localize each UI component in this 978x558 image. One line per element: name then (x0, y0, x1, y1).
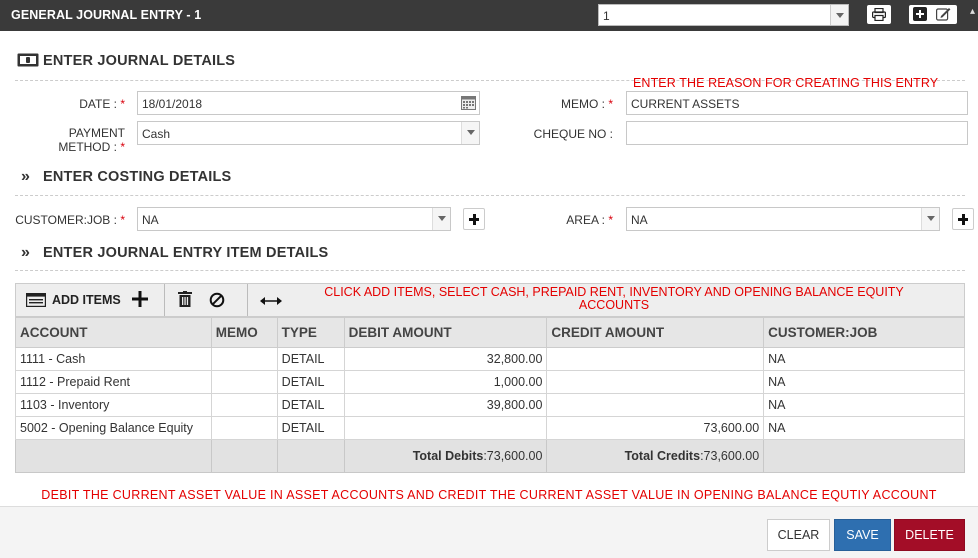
window-title: GENERAL JOURNAL ENTRY - 1 (11, 8, 202, 22)
add-edit-buttons (909, 5, 957, 24)
calendar-icon[interactable] (461, 96, 476, 110)
customer-job-label: CUSTOMER:JOB : * (15, 213, 125, 227)
type-cell[interactable]: DETAIL (276, 370, 345, 394)
clear-button[interactable]: CLEAR (767, 519, 830, 551)
column-header-account[interactable]: ACCOUNT (15, 317, 212, 348)
memo-cell[interactable] (210, 416, 278, 440)
credit-cell[interactable] (546, 347, 765, 371)
add-area-button[interactable] (952, 208, 974, 230)
column-header-type[interactable]: TYPE (276, 317, 345, 348)
memo-cell[interactable] (210, 370, 278, 394)
items-toolbar: ADD ITEMS CLICK ADD ITEMS, SELECT CASH, … (15, 283, 965, 317)
list-icon (26, 293, 46, 307)
customer-job-cell[interactable]: NA (763, 393, 965, 417)
memo-field[interactable]: CURRENT ASSETS (626, 91, 968, 115)
area-label: AREA : * (566, 213, 613, 227)
debit-cell[interactable]: 32,800.00 (343, 347, 548, 371)
customer-job-select[interactable]: NA (137, 207, 451, 231)
cheque-no-field[interactable] (626, 121, 968, 145)
memo-label: MEMO : * (560, 97, 613, 111)
costing-details-heading: ENTER COSTING DETAILS (43, 169, 232, 185)
column-header-customer-job[interactable]: CUSTOMER:JOB (763, 317, 965, 348)
chevron-down-icon[interactable] (830, 5, 848, 25)
customer-job-cell[interactable]: NA (763, 370, 965, 394)
resize-horizontal-icon[interactable] (260, 296, 282, 306)
credit-cell[interactable] (546, 393, 765, 417)
edit-icon[interactable] (936, 7, 951, 21)
item-details-heading: ENTER JOURNAL ENTRY ITEM DETAILS (43, 245, 329, 261)
credit-cell[interactable]: 73,600.00 (546, 416, 765, 440)
delete-button[interactable]: DELETE (894, 519, 965, 551)
customer-job-cell[interactable]: NA (763, 416, 965, 440)
type-cell[interactable]: DETAIL (276, 416, 345, 440)
cheque-no-label: CHEQUE NO : (533, 127, 613, 141)
memo-cell[interactable] (210, 393, 278, 417)
debit-cell[interactable]: 1,000.00 (343, 370, 548, 394)
chevron-down-icon[interactable] (921, 208, 939, 230)
payment-method-select[interactable]: Cash (137, 121, 480, 145)
table-row[interactable]: 5002 - Opening Balance Equity DETAIL 73,… (15, 416, 965, 440)
add-items-label: ADD ITEMS (52, 293, 121, 307)
date-label: DATE : * (79, 97, 125, 111)
print-button[interactable] (867, 5, 891, 24)
entry-selector[interactable]: 1 (598, 4, 849, 26)
credit-cell[interactable] (546, 370, 765, 394)
total-credits: Total Credits:73,600.00 (546, 439, 765, 473)
journal-items-table: ACCOUNT MEMO TYPE DEBIT AMOUNT CREDIT AM… (15, 317, 965, 473)
double-chevron-icon: » (21, 244, 30, 261)
divider (15, 270, 965, 271)
chevron-down-icon[interactable] (432, 208, 450, 230)
trash-icon[interactable] (178, 291, 192, 307)
table-header-row: ACCOUNT MEMO TYPE DEBIT AMOUNT CREDIT AM… (15, 317, 965, 348)
add-icon[interactable] (913, 7, 927, 21)
debit-cell[interactable] (343, 416, 548, 440)
divider (15, 195, 965, 196)
table-row[interactable]: 1103 - Inventory DETAIL 39,800.00 NA (15, 393, 965, 417)
column-header-memo[interactable]: MEMO (210, 317, 278, 348)
add-items-button[interactable]: ADD ITEMS (16, 284, 164, 316)
debit-cell[interactable]: 39,800.00 (343, 393, 548, 417)
payment-method-label: PAYMENT METHOD : * (58, 126, 125, 154)
plus-icon (132, 291, 148, 307)
save-button[interactable]: SAVE (834, 519, 891, 551)
table-row[interactable]: 1111 - Cash DETAIL 32,800.00 NA (15, 347, 965, 371)
entry-selector-value: 1 (603, 9, 610, 23)
account-cell[interactable]: 5002 - Opening Balance Equity (15, 416, 212, 440)
column-header-debit[interactable]: DEBIT AMOUNT (343, 317, 548, 348)
total-debits: Total Debits:73,600.00 (343, 439, 548, 473)
journal-details-heading: ENTER JOURNAL DETAILS (43, 53, 236, 69)
date-field[interactable]: 18/01/2018 (137, 91, 480, 115)
window-titlebar: GENERAL JOURNAL ENTRY - 1 1 ▴ (0, 0, 978, 31)
customer-job-cell[interactable]: NA (763, 347, 965, 371)
column-header-credit[interactable]: CREDIT AMOUNT (546, 317, 765, 348)
money-icon (17, 53, 39, 67)
memo-note: ENTER THE REASON FOR CREATING THIS ENTRY (633, 76, 939, 90)
memo-cell[interactable] (210, 347, 278, 371)
type-cell[interactable]: DETAIL (276, 347, 345, 371)
table-row[interactable]: 1112 - Prepaid Rent DETAIL 1,000.00 NA (15, 370, 965, 394)
account-cell[interactable]: 1111 - Cash (15, 347, 212, 371)
action-bar (0, 506, 978, 558)
more-icon[interactable]: ▴ (970, 6, 975, 17)
totals-row: Total Debits:73,600.00 Total Credits:73,… (15, 439, 965, 473)
add-customer-job-button[interactable] (463, 208, 485, 230)
chevron-down-icon[interactable] (461, 122, 479, 144)
type-cell[interactable]: DETAIL (276, 393, 345, 417)
account-cell[interactable]: 1112 - Prepaid Rent (15, 370, 212, 394)
print-icon (872, 7, 887, 22)
toolbar-note: CLICK ADD ITEMS, SELECT CASH, PREPAID RE… (324, 285, 904, 312)
double-chevron-icon: » (21, 168, 30, 185)
footer-instruction: DEBIT THE CURRENT ASSET VALUE IN ASSET A… (41, 488, 937, 502)
account-cell[interactable]: 1103 - Inventory (15, 393, 212, 417)
area-select[interactable]: NA (626, 207, 940, 231)
cancel-icon[interactable] (209, 292, 225, 308)
